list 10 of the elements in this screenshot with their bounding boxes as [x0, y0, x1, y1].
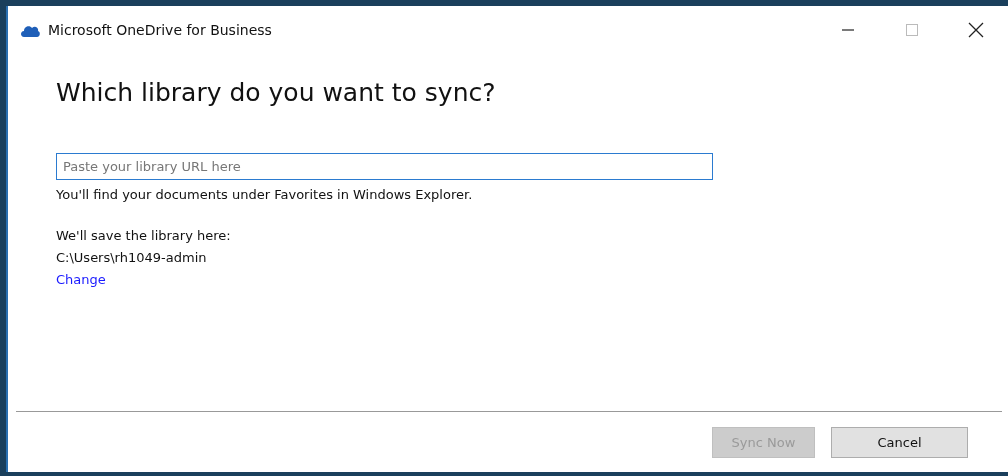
hint-text: You'll find your documents under Favorites in Windows Explorer.: [56, 186, 474, 204]
url-input-field[interactable]: Paste your library URL here: [56, 153, 713, 180]
close-icon[interactable]: [968, 22, 984, 38]
save-location-label: We'll save the library here:: [56, 227, 232, 245]
change-link[interactable]: Change: [56, 272, 106, 287]
save-path: C:\Users\rh1049-admin: [56, 249, 208, 267]
window-title: Microsoft OneDrive for Business: [48, 22, 272, 38]
cloud-icon: [20, 23, 40, 37]
cancel-button[interactable]: Cancel: [831, 426, 968, 458]
dialog-heading: Which library do you want to sync?: [56, 78, 497, 107]
